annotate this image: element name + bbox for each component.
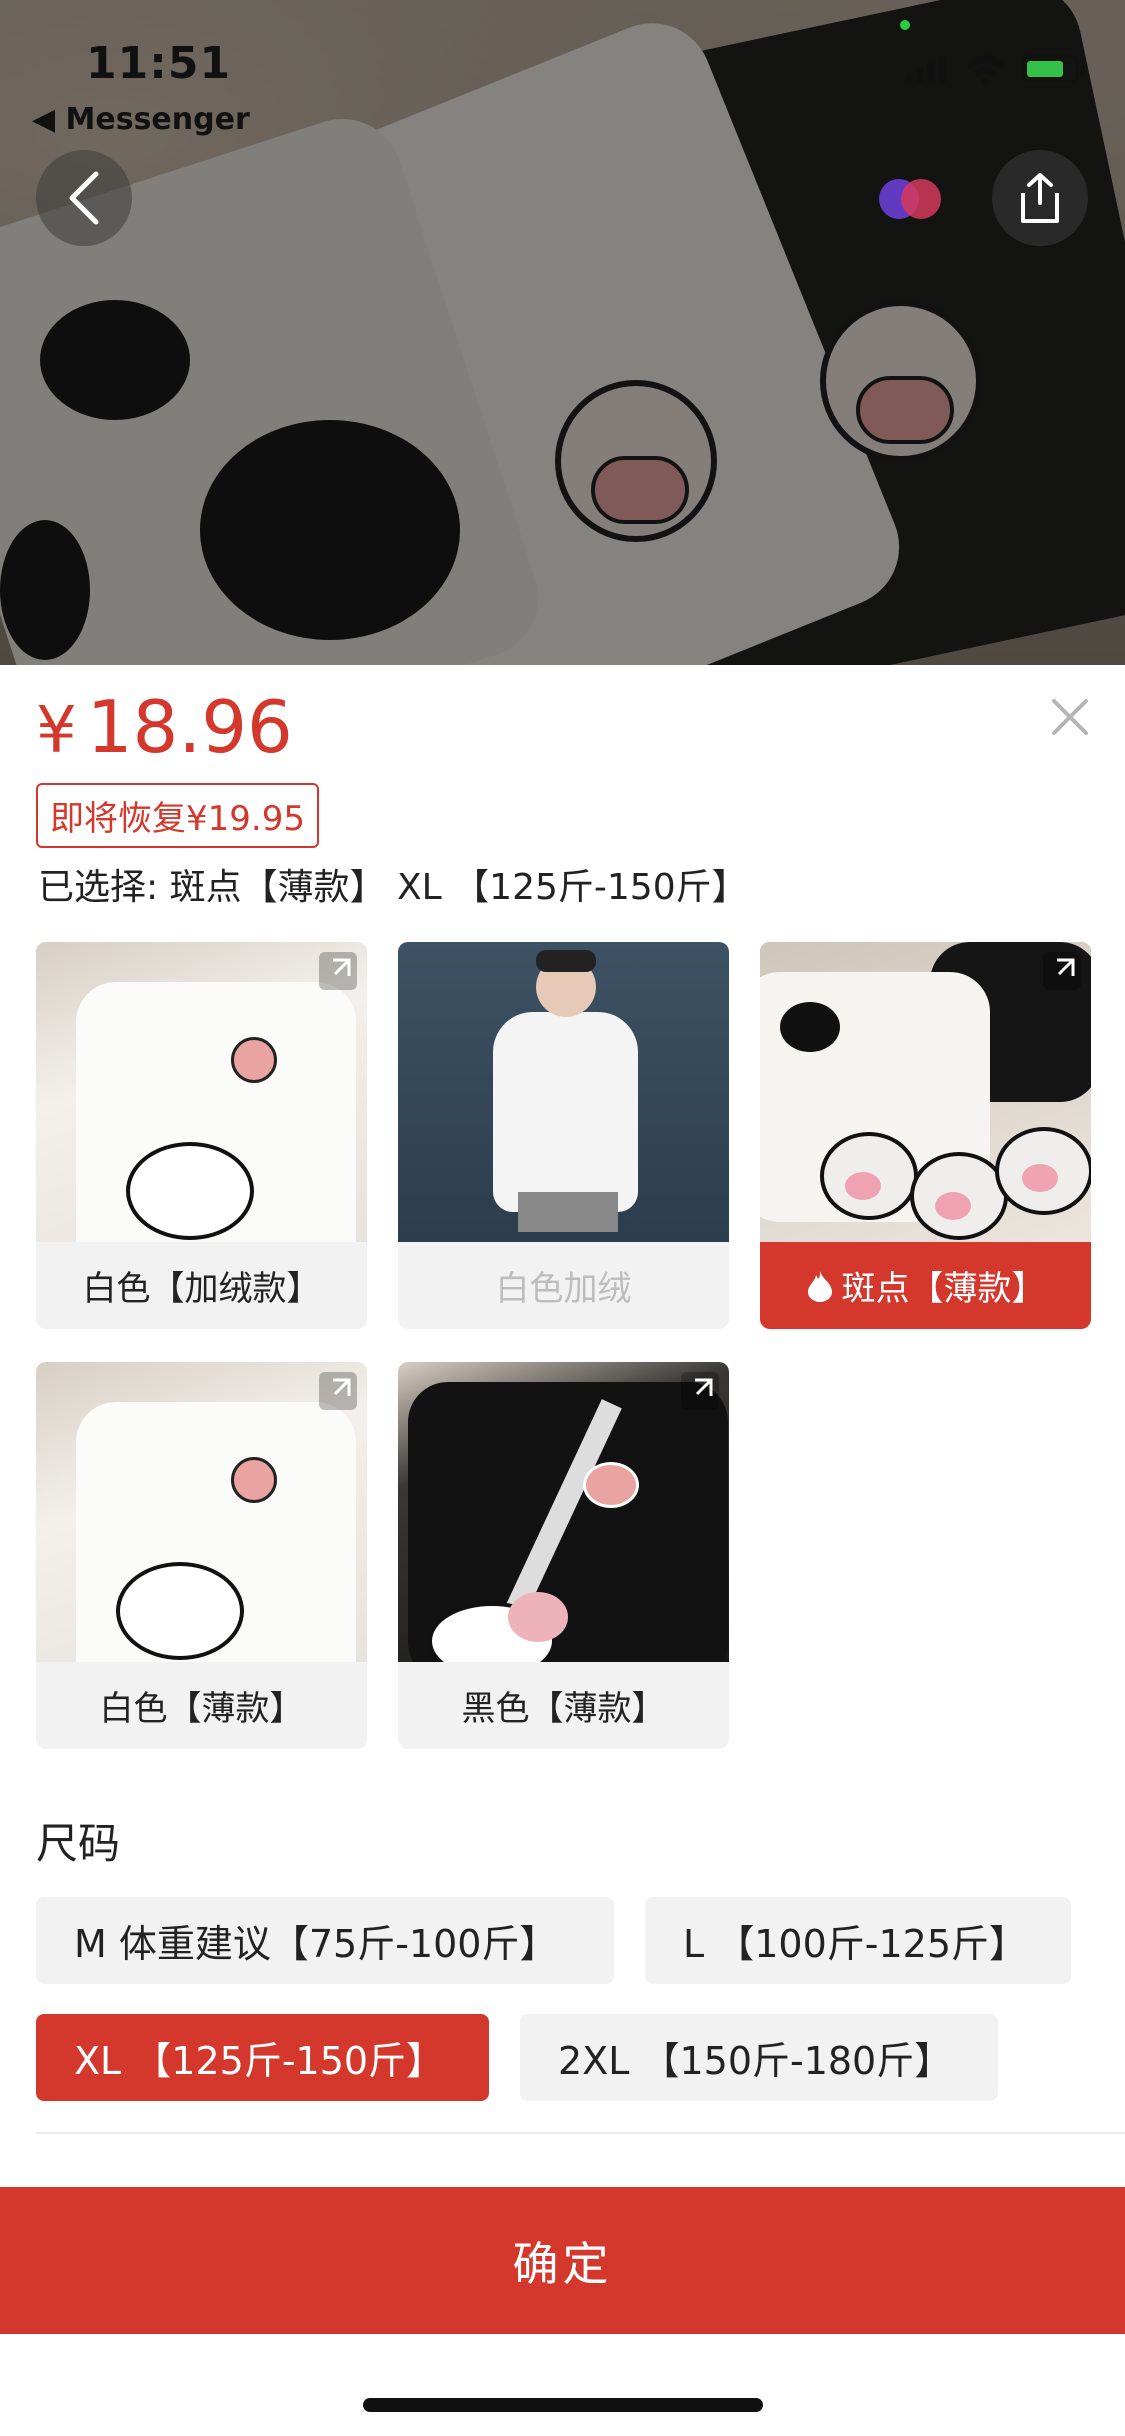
status-bar: 11:51 ◀ Messenger <box>0 20 1125 137</box>
variant-label: 白色【加绒款】 <box>82 1269 321 1309</box>
variant-image <box>398 942 729 1242</box>
variant-card-black-thin[interactable]: 黑色【薄款】 <box>398 1362 729 1749</box>
close-icon[interactable] <box>1048 695 1092 739</box>
variant-label: 斑点【薄款】 <box>841 1269 1046 1309</box>
variant-card-spot-thin[interactable]: 斑点【薄款】 <box>760 942 1091 1329</box>
battery-icon <box>1021 55 1085 83</box>
size-chip-label: M 体重建议【75斤-100斤】 <box>74 1922 558 1966</box>
variant-label: 白色加绒 <box>495 1269 632 1309</box>
share-icon <box>1021 173 1059 223</box>
size-chip-l[interactable]: L 【100斤-125斤】 <box>645 1897 1071 1984</box>
variant-card-white-thin[interactable]: 白色【薄款】 <box>36 1362 367 1749</box>
sku-selector-sheet: ¥18.96 即将恢复¥19.95 已选择: 斑点【薄款】 XL 【125斤-1… <box>0 665 1125 2436</box>
size-chip-label: 2XL 【150斤-180斤】 <box>558 2039 953 2083</box>
size-chip-xl[interactable]: XL 【125斤-150斤】 <box>36 2014 489 2101</box>
variant-card-white-fleece[interactable]: 白色【加绒款】 <box>36 942 367 1329</box>
cellular-signal-icon <box>905 55 949 83</box>
fire-icon <box>807 1270 832 1302</box>
expand-icon[interactable] <box>319 952 357 990</box>
back-button[interactable] <box>36 150 132 246</box>
currency-symbol: ¥ <box>36 694 77 768</box>
expand-icon[interactable] <box>1043 952 1081 990</box>
restore-price-badge: 即将恢复¥19.95 <box>36 783 319 848</box>
variant-image <box>36 1362 367 1662</box>
variant-label: 黑色【薄款】 <box>461 1689 666 1729</box>
variant-label: 白色【薄款】 <box>99 1689 304 1729</box>
back-to-app-link[interactable]: ◀ Messenger <box>32 102 250 137</box>
size-chip-label: L 【100斤-125斤】 <box>683 1922 1028 1966</box>
selected-summary: 已选择: 斑点【薄款】 XL 【125斤-150斤】 <box>38 867 748 908</box>
variant-image <box>36 942 367 1242</box>
size-chip-label: XL 【125斤-150斤】 <box>74 2039 445 2083</box>
share-button[interactable] <box>992 150 1088 246</box>
section-divider <box>36 2132 1125 2134</box>
privacy-indicator <box>900 20 910 30</box>
price-value: 18.96 <box>86 685 293 769</box>
confirm-button[interactable]: 确定 <box>0 2187 1125 2334</box>
home-indicator[interactable] <box>363 2398 763 2412</box>
chevron-left-icon <box>69 171 99 225</box>
expand-icon[interactable] <box>681 1372 719 1410</box>
wifi-icon <box>965 55 1005 86</box>
expand-icon[interactable] <box>319 1372 357 1410</box>
variant-card-white-fleece-model[interactable]: 白色加绒 <box>398 942 729 1329</box>
status-time: 11:51 <box>86 38 232 89</box>
size-chip-2xl[interactable]: 2XL 【150斤-180斤】 <box>520 2014 998 2101</box>
brand-logo-icon <box>879 179 941 219</box>
size-section-title: 尺码 <box>36 1819 121 1868</box>
price: ¥18.96 <box>36 685 293 769</box>
size-chip-m[interactable]: M 体重建议【75斤-100斤】 <box>36 1897 614 1984</box>
variant-image <box>398 1362 729 1662</box>
variant-image <box>760 942 1091 1242</box>
